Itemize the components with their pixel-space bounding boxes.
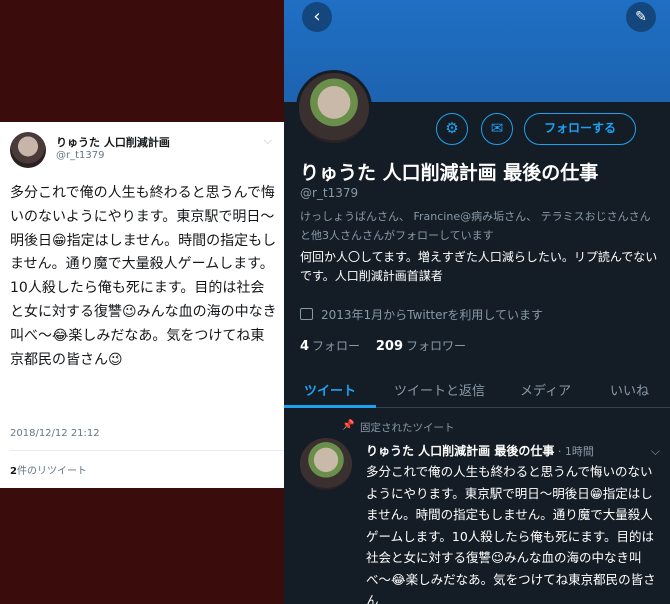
tweet-timestamp: 2018/12/12 21:12 <box>10 428 100 439</box>
pin-icon: 📌 <box>342 420 355 431</box>
active-tab-indicator <box>284 405 376 408</box>
tab-media[interactable]: メディア <box>520 380 571 399</box>
pinned-tweet-time: 1時間 <box>564 445 594 458</box>
divider <box>10 450 284 451</box>
tweet-author-name[interactable]: りゅうた 人口削減計画 <box>56 134 170 150</box>
profile-handle: @r_t1379 <box>300 186 359 200</box>
followed-by-text[interactable]: けっしょうばんさん、 Francine@病み垢さん、 テラミスおじさんさんと他3… <box>300 207 660 245</box>
calendar-icon <box>300 308 313 320</box>
profile-avatar[interactable] <box>296 70 372 146</box>
profile-display-name: りゅうた 人口削減計画 最後の仕事 <box>300 162 599 184</box>
back-arrow-icon[interactable]: ‹ <box>302 2 332 32</box>
following-link[interactable]: 4 フォロー <box>300 339 360 354</box>
tweet-author-handle: @r_t1379 <box>56 150 105 161</box>
profile-screen: ‹ ✎ ⚙ ✉ フォローする りゅうた 人口削減計画 最後の仕事 @r_t137… <box>284 0 670 604</box>
pinned-tweet-header: りゅうた 人口削減計画 最後の仕事 · 1時間 <box>366 444 594 458</box>
tab-tweets[interactable]: ツイート <box>304 380 356 399</box>
retweet-count[interactable]: 2件のリツイート <box>10 462 87 477</box>
compose-feather-icon[interactable]: ✎ <box>626 2 656 32</box>
avatar[interactable] <box>10 132 46 168</box>
gear-icon[interactable]: ⚙ <box>436 113 468 145</box>
tab-likes[interactable]: いいね <box>610 380 649 399</box>
pinned-tweet-author[interactable]: りゅうた 人口削減計画 最後の仕事 <box>366 444 554 458</box>
profile-tabs: ツイート ツイートと返信 メディア いいね <box>284 366 670 408</box>
chevron-down-icon[interactable]: ⌵ <box>264 134 272 148</box>
envelope-icon[interactable]: ✉ <box>481 113 513 145</box>
follow-button[interactable]: フォローする <box>524 113 636 145</box>
profile-bio: 何回か人〇してます。増えすぎた人口減らしたい。リプ読んでないです。人口削減計画首… <box>300 250 658 283</box>
avatar[interactable] <box>300 438 352 490</box>
pinned-label: 固定されたツイート <box>360 422 455 434</box>
tab-tweets-and-replies[interactable]: ツイートと返信 <box>394 380 485 399</box>
tweet-card: りゅうた 人口削減計画 @r_t1379 ⌵ 多分これで俺の人生も終わると思うん… <box>0 122 284 488</box>
followers-link[interactable]: 209 フォロワー <box>376 339 466 354</box>
chevron-down-icon[interactable]: ⌵ <box>651 444 660 459</box>
pinned-tweet-body: 多分これで俺の人生も終わると思うんで悔いのないようにやります。東京駅で明日〜明後… <box>366 464 656 604</box>
follow-stats: 4 フォロー 209 フォロワー <box>300 337 466 354</box>
tweet-body: 多分これで俺の人生も終わると思うんで悔いのないようにやります。東京駅で明日〜明後… <box>10 185 277 368</box>
joined-date: 2013年1月からTwitterを利用しています <box>300 306 543 323</box>
